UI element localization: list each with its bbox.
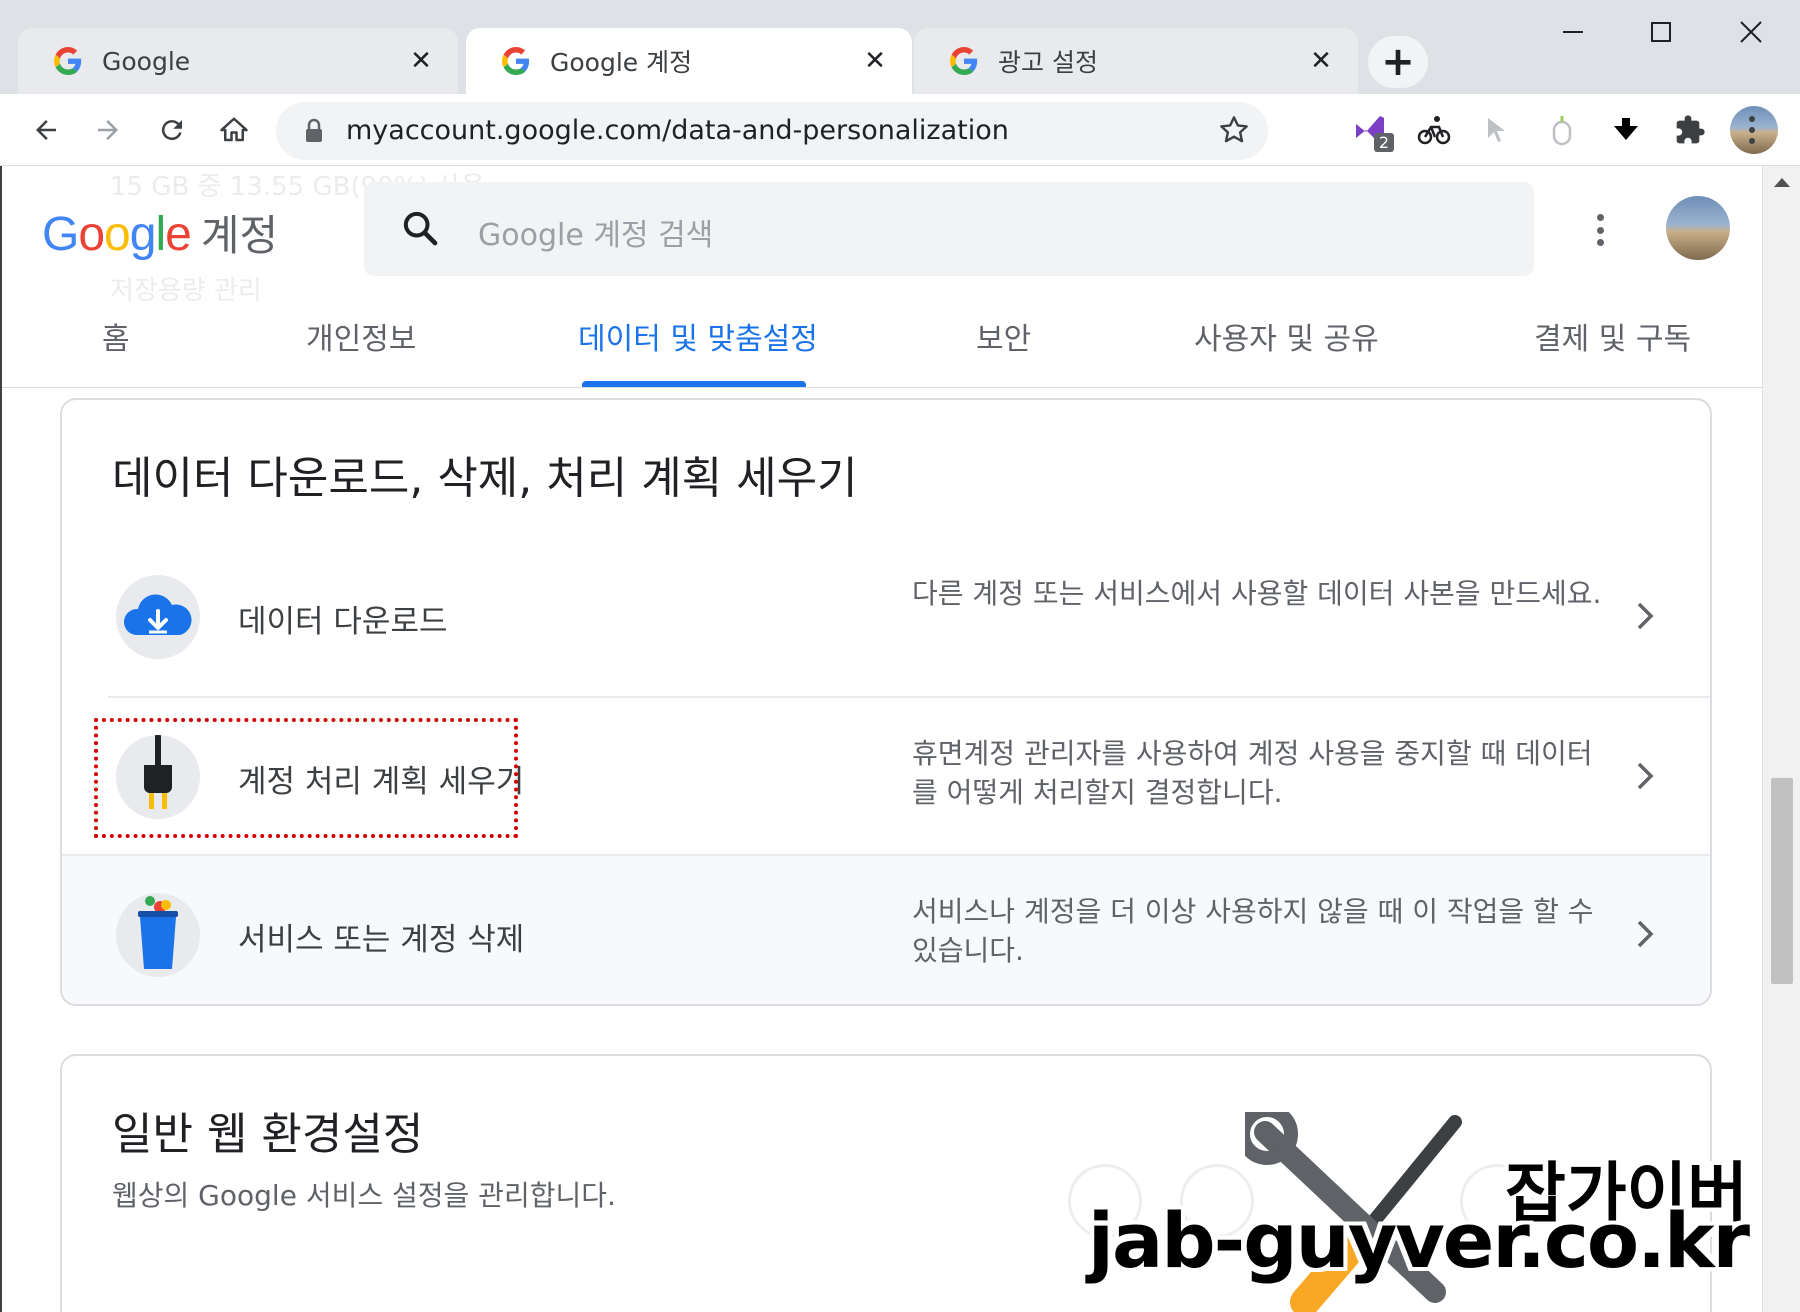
account-search-box[interactable]: Google 계정 검색 [364,182,1534,276]
google-favicon-icon [502,47,530,75]
puzzle-piece-icon [1676,115,1705,144]
reload-button[interactable] [150,108,194,152]
card-subtitle: 웹상의 Google 서비스 설정을 관리합니다. [112,1179,616,1212]
trash-bin-icon [116,893,200,977]
browser-toolbar: myaccount.google.com/data-and-personaliz… [0,94,1800,166]
tab-close-icon[interactable]: ✕ [860,46,890,76]
row-description: 서비스나 계정을 더 이상 사용하지 않을 때 이 작업을 할 수 있습니다. [912,895,1594,967]
product-name: 계정 [200,211,279,260]
download-arrow-icon [1614,118,1638,140]
google-logo: Google [42,208,192,261]
lock-icon [306,118,322,142]
minimize-icon [1563,31,1583,33]
more-options-button[interactable] [1580,206,1620,254]
row-label: 데이터 다운로드 [238,604,448,640]
extension-mouse[interactable] [1540,108,1584,152]
plus-icon: + [1381,39,1415,85]
url-text: myaccount.google.com/data-and-personaliz… [346,115,1009,146]
tab-security[interactable]: 보안 [976,314,1031,358]
card-title: 데이터 다운로드, 삭제, 처리 계획 세우기 [112,453,858,504]
scroll-up-arrow-icon[interactable] [1773,176,1791,188]
address-bar[interactable]: myaccount.google.com/data-and-personaliz… [276,102,1268,160]
highlight-annotation-box [94,718,518,838]
tab-title: Google [102,46,191,76]
arrow-back-icon [36,120,56,140]
active-tab-indicator [582,381,806,387]
tab-people-sharing[interactable]: 사용자 및 공유 [1194,314,1379,358]
page-content: 15 GB 중 13.55 GB(90%) 사용 저장용량 관리 Google … [0,166,1762,1312]
maximize-button[interactable] [1628,10,1694,54]
row-label: 서비스 또는 계정 삭제 [238,922,525,958]
search-icon [403,211,438,246]
maximize-icon [1651,22,1671,42]
scrollbar-thumb[interactable] [1771,778,1793,984]
browser-tab-google-account[interactable]: Google 계정 ✕ [466,28,912,94]
extension-visual-studio[interactable]: 2 [1348,108,1394,152]
arrow-forward-icon [98,120,118,140]
tab-close-icon[interactable]: ✕ [406,46,436,76]
watermark-url: jab-guyver.co.kr [1087,1196,1750,1285]
home-icon [220,117,248,142]
forward-button[interactable] [86,108,130,152]
extensions-button[interactable] [1668,108,1712,152]
google-favicon-icon [54,47,82,75]
tab-personal-info[interactable]: 개인정보 [306,314,416,358]
row-download-data[interactable]: 데이터 다운로드 다른 계정 또는 서비스에서 사용할 데이터 사본을 만드세요… [62,538,1710,696]
back-button[interactable] [24,108,68,152]
row-description: 다른 계정 또는 서비스에서 사용할 데이터 사본을 만드세요. [912,577,1602,610]
avatar[interactable] [1666,196,1730,260]
cursor-icon [1488,118,1505,142]
chevron-right-icon [1637,762,1654,790]
home-button[interactable] [212,108,256,152]
browser-tab-ad-settings[interactable]: 광고 설정 ✕ [914,28,1358,94]
minimize-button[interactable] [1540,10,1606,54]
google-favicon-icon [950,47,978,75]
tab-title: 광고 설정 [998,48,1098,77]
tab-payments-subscriptions[interactable]: 결제 및 구독 [1534,314,1691,358]
mouse-icon [1552,116,1572,146]
chevron-right-icon [1637,602,1654,630]
extension-bike[interactable] [1412,108,1456,152]
cloud-download-icon [116,575,200,659]
extension-download[interactable] [1604,108,1648,152]
data-download-delete-card: 데이터 다운로드, 삭제, 처리 계획 세우기 데이터 다운로드 다른 계정 또… [60,398,1712,1006]
reload-icon [161,120,182,141]
tab-home[interactable]: 홈 [102,314,130,358]
tab-close-icon[interactable]: ✕ [1306,46,1336,76]
bicycle-icon [1417,116,1451,145]
account-nav-tabs: 홈 개인정보 데이터 및 맞춤설정 보안 사용자 및 공유 결제 및 구독 [2,284,1762,388]
card-title: 일반 웹 환경설정 [112,1109,424,1160]
tab-data-personalization[interactable]: 데이터 및 맞춤설정 [578,314,818,358]
google-account-logo[interactable]: Google 계정 [42,202,278,263]
row-description: 휴면계정 관리자를 사용하여 계정 사용을 중지할 때 데이터를 어떻게 처리할… [912,737,1593,809]
tab-title: Google 계정 [550,48,693,77]
extension-badge: 2 [1373,133,1394,152]
chevron-right-icon [1637,920,1654,948]
close-window-button[interactable] [1718,10,1784,54]
row-delete-service-account[interactable]: 서비스 또는 계정 삭제 서비스나 계정을 더 이상 사용하지 않을 때 이 작… [62,856,1710,1004]
extension-cursor[interactable] [1476,108,1520,152]
new-tab-button[interactable]: + [1368,36,1428,88]
browser-tab-strip: Google ✕ Google 계정 ✕ 광고 설정 ✕ + [0,0,1800,94]
account-header: Google 계정 Google 계정 검색 홈 개인정보 데이터 및 맞춤설정… [2,166,1762,388]
page-scrollbar[interactable] [1762,166,1800,1312]
browser-tab-google[interactable]: Google ✕ [18,28,458,94]
more-vert-icon [1749,116,1755,144]
browser-menu-button[interactable] [1747,108,1757,152]
close-icon [1740,21,1762,43]
bookmark-star-icon[interactable] [1218,114,1250,146]
search-placeholder: Google 계정 검색 [478,218,714,253]
